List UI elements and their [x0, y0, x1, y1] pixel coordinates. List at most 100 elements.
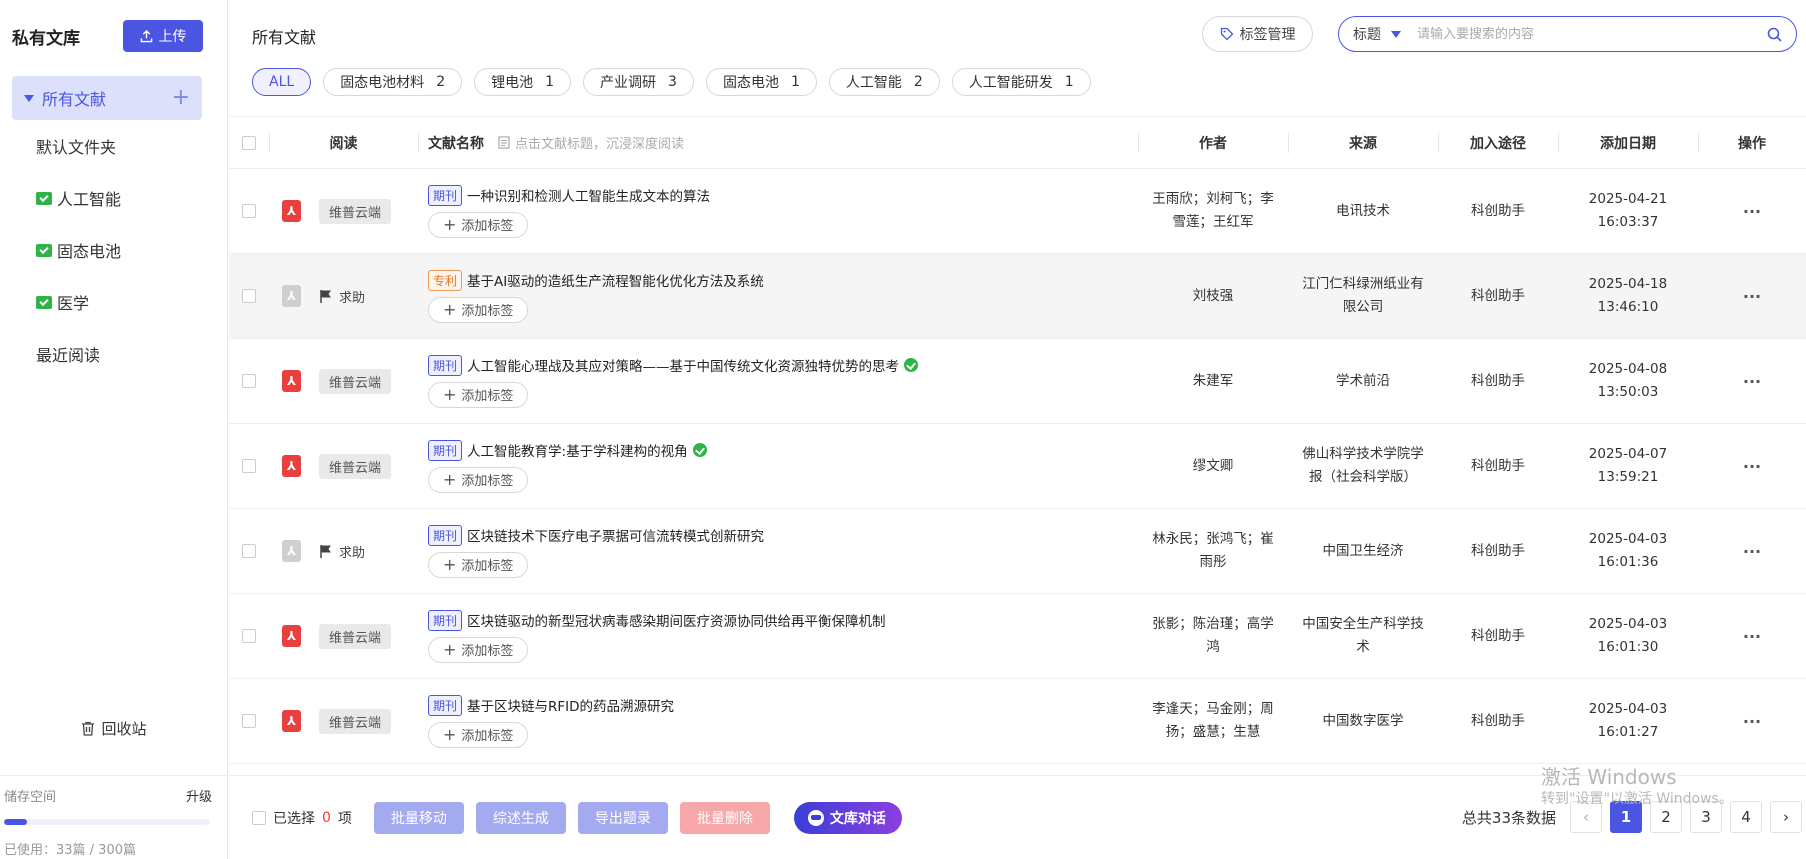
more-icon[interactable]: ··· [1743, 202, 1761, 221]
search-icon[interactable] [1767, 27, 1782, 42]
sidebar-item-4[interactable]: 最近阅读 [0, 328, 227, 380]
add-tag-button[interactable]: + 添加标签 [428, 551, 529, 578]
more-icon[interactable]: ··· [1743, 542, 1761, 561]
doc-title-link[interactable]: 区块链驱动的新型冠状病毒感染期间医疗资源协同供给再平衡保障机制 [467, 610, 886, 630]
doc-type-badge: 期刊 [428, 439, 463, 461]
upgrade-link[interactable]: 升级 [186, 786, 212, 805]
pdf-icon[interactable] [282, 455, 301, 477]
select-all-checkbox[interactable] [242, 135, 256, 150]
sidebar-item-all[interactable]: 所有文献 + [12, 76, 202, 120]
plus-icon: + [443, 384, 457, 404]
cloud-read-badge[interactable]: 维普云端 [319, 453, 392, 479]
add-tag-button[interactable]: + 添加标签 [428, 211, 529, 238]
upload-icon [140, 29, 152, 42]
doc-type-badge: 期刊 [428, 524, 463, 546]
batch-move-button[interactable]: 批量移动 [373, 801, 464, 834]
row-checkbox[interactable] [242, 544, 256, 558]
sidebar-nav: 默认文件夹人工智能固态电池 医学 最近阅读 [0, 120, 227, 380]
more-icon[interactable]: ··· [1743, 457, 1761, 476]
row-checkbox[interactable] [242, 629, 256, 643]
library-chat-button[interactable]: 文库对话 [793, 801, 902, 834]
doc-title-link[interactable]: 区块链技术下医疗电子票据可信流转模式创新研究 [467, 525, 764, 545]
request-help-button[interactable]: 求助 [319, 287, 365, 306]
cloud-read-badge[interactable]: 维普云端 [319, 198, 392, 224]
source-cell: 中国卫生经济 [1322, 542, 1404, 559]
sidebar-item-2[interactable]: 固态电池 [0, 224, 227, 276]
select-all-footer-checkbox[interactable] [252, 810, 266, 825]
date-value: 2025-04-07 [1588, 446, 1668, 462]
add-folder-icon[interactable]: + [172, 87, 190, 109]
batch-delete-button[interactable]: 批量删除 [679, 801, 770, 834]
sidebar-item-1[interactable]: 人工智能 [0, 172, 227, 224]
time-value: 16:01:27 [1597, 724, 1659, 740]
doc-title-link[interactable]: 一种识别和检测人工智能生成文本的算法 [467, 185, 710, 205]
plus-icon: + [443, 639, 457, 659]
request-help-button[interactable]: 求助 [319, 542, 365, 561]
sidebar-item-label: 人工智能 [57, 190, 122, 209]
add-tag-button[interactable]: + 添加标签 [428, 636, 529, 663]
more-icon[interactable]: ··· [1743, 627, 1761, 646]
tag-chip[interactable]: ALL [252, 68, 312, 96]
add-tag-label: 添加标签 [461, 219, 514, 234]
storage-fill [4, 819, 27, 825]
row-checkbox[interactable] [242, 374, 256, 388]
sidebar-item-0[interactable]: 默认文件夹 [0, 120, 227, 172]
add-tag-button[interactable]: + 添加标签 [428, 296, 529, 323]
add-tag-button[interactable]: + 添加标签 [428, 466, 529, 493]
row-checkbox[interactable] [242, 459, 256, 473]
add-tag-button[interactable]: + 添加标签 [428, 721, 529, 748]
source-cell: 电讯技术 [1336, 202, 1390, 219]
date-cell: 2025-04-07 13:59:21 [1558, 424, 1698, 508]
caret-down-icon[interactable] [24, 94, 34, 102]
pdf-icon[interactable] [282, 370, 301, 392]
col-op: 操作 [1698, 117, 1806, 168]
cloud-read-badge[interactable]: 维普云端 [319, 708, 392, 734]
doc-title-link[interactable]: 基于AI驱动的造纸生产流程智能化优化方法及系统 [467, 270, 764, 290]
document-icon [498, 136, 510, 149]
pdf-icon[interactable] [282, 625, 301, 647]
doc-title-link[interactable]: 人工智能心理战及其应对策略——基于中国传统文化资源独特优势的思考 [467, 355, 899, 375]
col-date: 添加日期 [1558, 117, 1698, 168]
row-checkbox[interactable] [242, 204, 256, 218]
row-checkbox[interactable] [242, 289, 256, 303]
more-icon[interactable]: ··· [1743, 372, 1761, 391]
more-icon[interactable]: ··· [1743, 712, 1761, 731]
tag-chip[interactable]: 人工智能研发 1 [951, 68, 1091, 96]
cloud-read-badge[interactable]: 维普云端 [319, 368, 392, 394]
add-tag-button[interactable]: + 添加标签 [428, 381, 529, 408]
pdf-icon[interactable] [282, 285, 301, 307]
doc-title-link[interactable]: 人工智能教育学:基于学科建构的视角 [467, 440, 688, 460]
tag-chip[interactable]: 产业调研 3 [583, 68, 694, 96]
tag-chip[interactable]: 锂电池 1 [474, 68, 572, 96]
next-page-button[interactable]: › [1770, 801, 1802, 833]
tag-chip[interactable]: 人工智能 2 [828, 68, 940, 96]
cloud-read-badge[interactable]: 维普云端 [319, 623, 392, 649]
source-cell: 江门仁科绿洲纸业有限公司 [1302, 276, 1424, 315]
sidebar-item-3[interactable]: 医学 [0, 276, 227, 328]
row-checkbox[interactable] [242, 714, 256, 728]
folder-icon [36, 243, 52, 257]
page-button[interactable]: 4 [1730, 801, 1762, 833]
search-field-select[interactable]: 标题 [1353, 24, 1401, 44]
sidebar: 私有文库 上传 所有文献 + 默认文件夹 人工智能 固态电池 医学 最近阅读 回收站 储… [0, 0, 228, 859]
tag-chip-count: 1 [790, 74, 800, 90]
storage-label: 储存空间 [4, 790, 57, 805]
tag-manage-button[interactable]: 标签管理 [1202, 16, 1313, 52]
read-cell: 求助 [269, 254, 418, 338]
pdf-icon[interactable] [282, 540, 301, 562]
generate-review-button[interactable]: 综述生成 [475, 801, 566, 834]
topbar: 所有文献 标签管理 标题 [229, 0, 1806, 66]
doc-title-link[interactable]: 基于区块链与RFID的药品溯源研究 [467, 695, 674, 715]
tag-chip[interactable]: 固态电池材料 2 [323, 68, 463, 96]
pdf-icon[interactable] [282, 200, 301, 222]
row-select [229, 254, 269, 338]
upload-label: 上传 [158, 29, 187, 45]
more-icon[interactable]: ··· [1743, 287, 1761, 306]
search-input[interactable] [1417, 26, 1767, 42]
export-citations-button[interactable]: 导出题录 [577, 801, 668, 834]
upload-button[interactable]: 上传 [123, 20, 203, 52]
recycle-bin[interactable]: 回收站 [0, 718, 228, 739]
author-cell: 李逢天；马金刚；周扬；盛慧；生慧 [1152, 701, 1274, 740]
pdf-icon[interactable] [282, 710, 301, 732]
tag-chip[interactable]: 固态电池 1 [705, 68, 817, 96]
